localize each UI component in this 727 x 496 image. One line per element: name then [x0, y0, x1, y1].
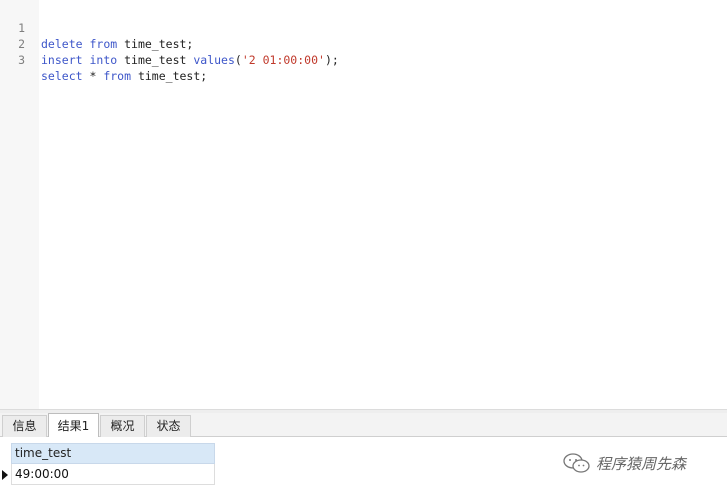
wechat-icon [563, 453, 590, 473]
sql-editor[interactable]: 1 delete from time_test; 2 insert into t… [0, 0, 727, 409]
result-tab-bar: 信息 结果1 概况 状态 [0, 413, 727, 437]
keyword-token: select [41, 69, 83, 83]
tab-overview[interactable]: 概况 [100, 415, 145, 437]
code-line-1[interactable]: 1 delete from time_test; [0, 4, 727, 51]
tab-status[interactable]: 状态 [146, 415, 191, 437]
sql-client-window: 1 delete from time_test; 2 insert into t… [0, 0, 727, 496]
tab-info[interactable]: 信息 [2, 415, 47, 437]
code-line-3[interactable]: 3 select * from time_test; [0, 36, 727, 83]
plain-token: time_test [117, 53, 194, 67]
tab-result1[interactable]: 结果1 [48, 413, 99, 437]
keyword-token: values [193, 53, 235, 67]
string-token: '2 01:00:00' [241, 53, 325, 67]
table-cell[interactable]: 49:00:00 [11, 464, 215, 485]
keyword-token: into [89, 53, 118, 67]
watermark: 程序猿周先森 [562, 452, 686, 474]
plain-token: * [82, 69, 104, 83]
code-text[interactable]: insert into time_test values('2 01:00:00… [41, 52, 339, 68]
keyword-token: insert [41, 53, 83, 67]
watermark-text: 程序猿周先森 [596, 454, 687, 473]
plain-token: time_test; [131, 69, 208, 83]
current-row-arrow-icon [2, 470, 8, 480]
column-header-time-test[interactable]: time_test [11, 443, 215, 464]
plain-token: ( [234, 53, 242, 67]
plain-token: ); [324, 53, 339, 67]
code-line-2[interactable]: 2 insert into time_test values('2 01:00:… [0, 20, 727, 67]
code-text[interactable]: select * from time_test; [41, 68, 207, 84]
line-number: 3 [18, 53, 25, 67]
keyword-token: from [103, 69, 132, 83]
